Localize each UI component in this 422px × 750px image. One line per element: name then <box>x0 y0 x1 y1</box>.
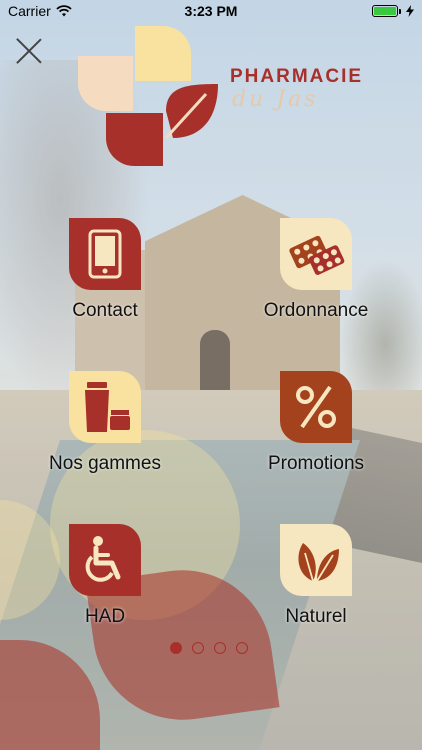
page-dot-3[interactable] <box>214 642 226 654</box>
percent-icon <box>280 371 352 443</box>
menu-item-ordonnance[interactable]: Ordonnance <box>241 218 391 322</box>
page-indicator <box>170 642 248 654</box>
menu-item-contact[interactable]: Contact <box>30 218 180 322</box>
menu-item-nos-gammes[interactable]: Nos gammes <box>30 371 180 475</box>
pills-icon <box>280 218 352 290</box>
menu-label: Promotions <box>267 453 365 474</box>
page-dot-2[interactable] <box>192 642 204 654</box>
status-time: 3:23 PM <box>184 3 238 19</box>
cosmetics-icon <box>69 371 141 443</box>
leaves-icon <box>280 524 352 596</box>
charging-icon <box>406 5 414 17</box>
menu-label: Contact <box>72 300 138 321</box>
status-bar: Carrier 3:23 PM <box>0 0 422 22</box>
wifi-icon <box>56 5 72 17</box>
menu-item-had[interactable]: HAD <box>30 524 180 628</box>
battery-icon <box>372 5 401 17</box>
phone-icon <box>69 218 141 290</box>
menu-item-naturel[interactable]: Naturel <box>241 524 391 628</box>
menu-label: Naturel <box>285 606 347 627</box>
menu-label: Nos gammes <box>49 453 161 474</box>
page-dot-1[interactable] <box>170 642 182 654</box>
carrier-label: Carrier <box>8 3 51 19</box>
close-icon[interactable] <box>14 36 44 66</box>
menu-item-promotions[interactable]: Promotions <box>241 371 391 475</box>
logo-subtitle: du Jas <box>232 87 319 112</box>
menu-label: HAD <box>84 606 126 627</box>
page-dot-4[interactable] <box>236 642 248 654</box>
wheelchair-icon <box>69 524 141 596</box>
logo-title: PHARMACIE <box>230 66 364 87</box>
menu-label: Ordonnance <box>263 300 369 321</box>
